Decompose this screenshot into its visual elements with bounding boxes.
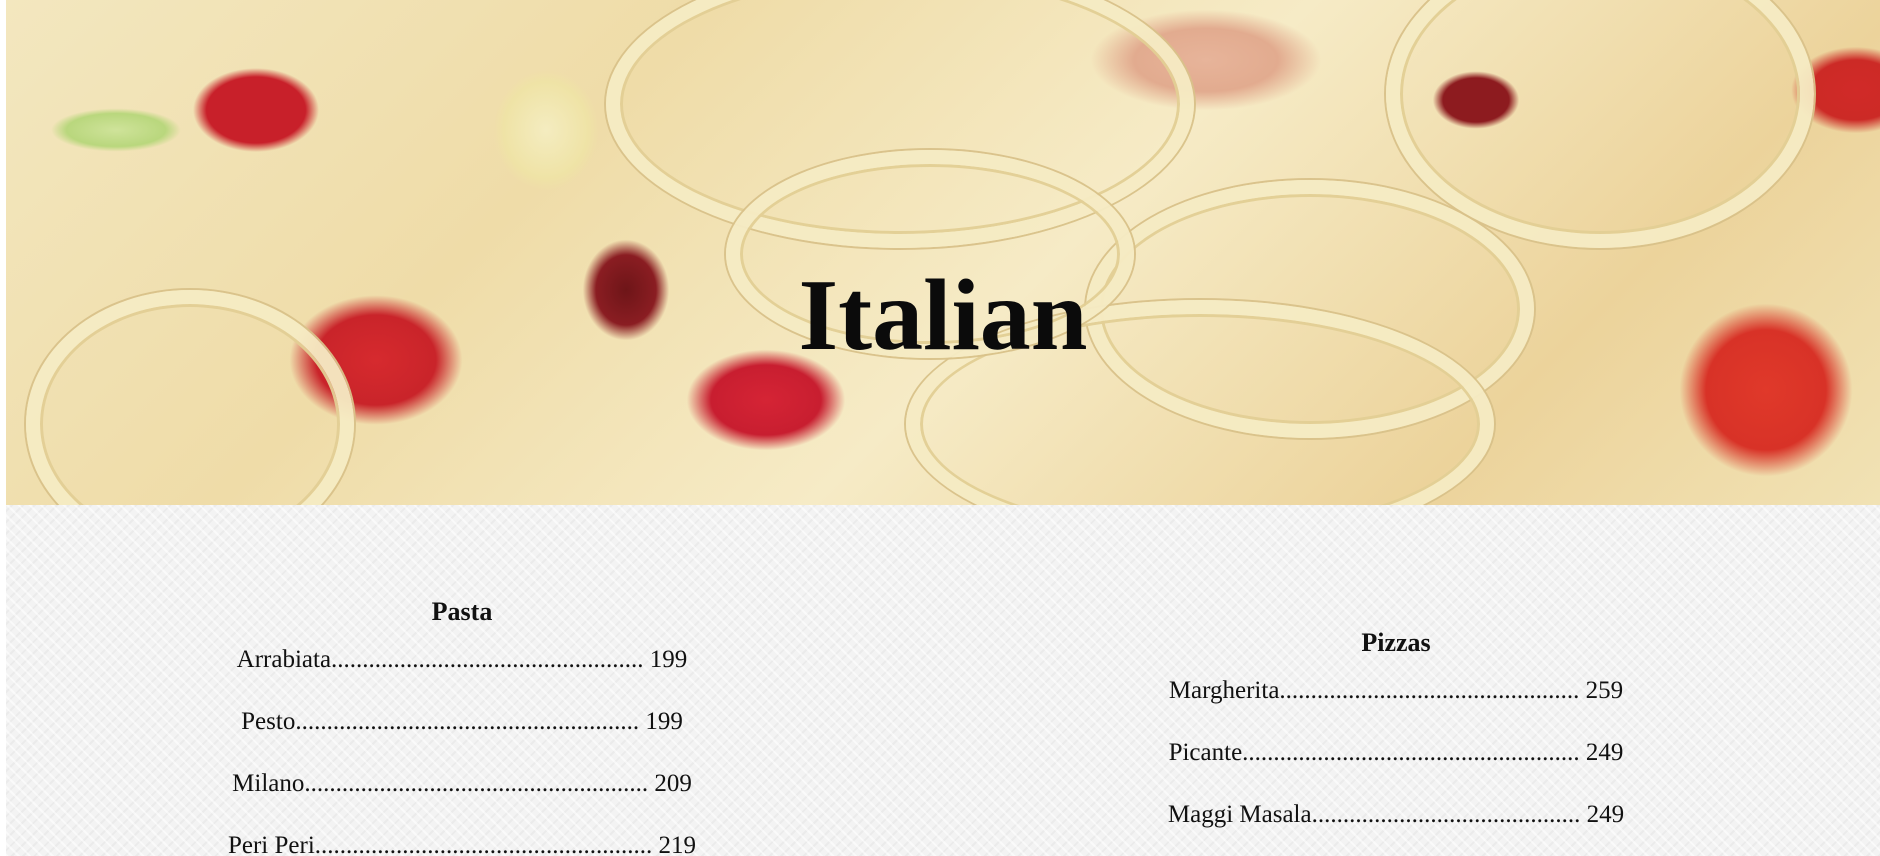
menu-item: Maggi Masala............................… [1167, 801, 1625, 828]
menu-item: Pesto...................................… [241, 708, 683, 735]
menu-item: Arrabiata...............................… [236, 646, 688, 673]
menu-item: Peri Peri...............................… [227, 832, 697, 856]
page: Italian Pasta Arrabiata.................… [0, 0, 1880, 856]
menu-item: Picante.................................… [1168, 739, 1624, 766]
menu-item: Margherita..............................… [1168, 677, 1624, 704]
pizza-menu: Pizzas Margherita.......................… [1136, 630, 1656, 856]
pasta-heading: Pasta [431, 597, 493, 626]
menu-item: Milano..................................… [232, 770, 692, 797]
pizza-heading: Pizzas [1361, 628, 1431, 657]
hero-banner-image: Italian [6, 0, 1880, 505]
pasta-menu: Pasta Arrabiata.........................… [202, 599, 722, 856]
page-title: Italian [798, 259, 1088, 372]
menu-section: Pasta Arrabiata.........................… [6, 505, 1880, 856]
